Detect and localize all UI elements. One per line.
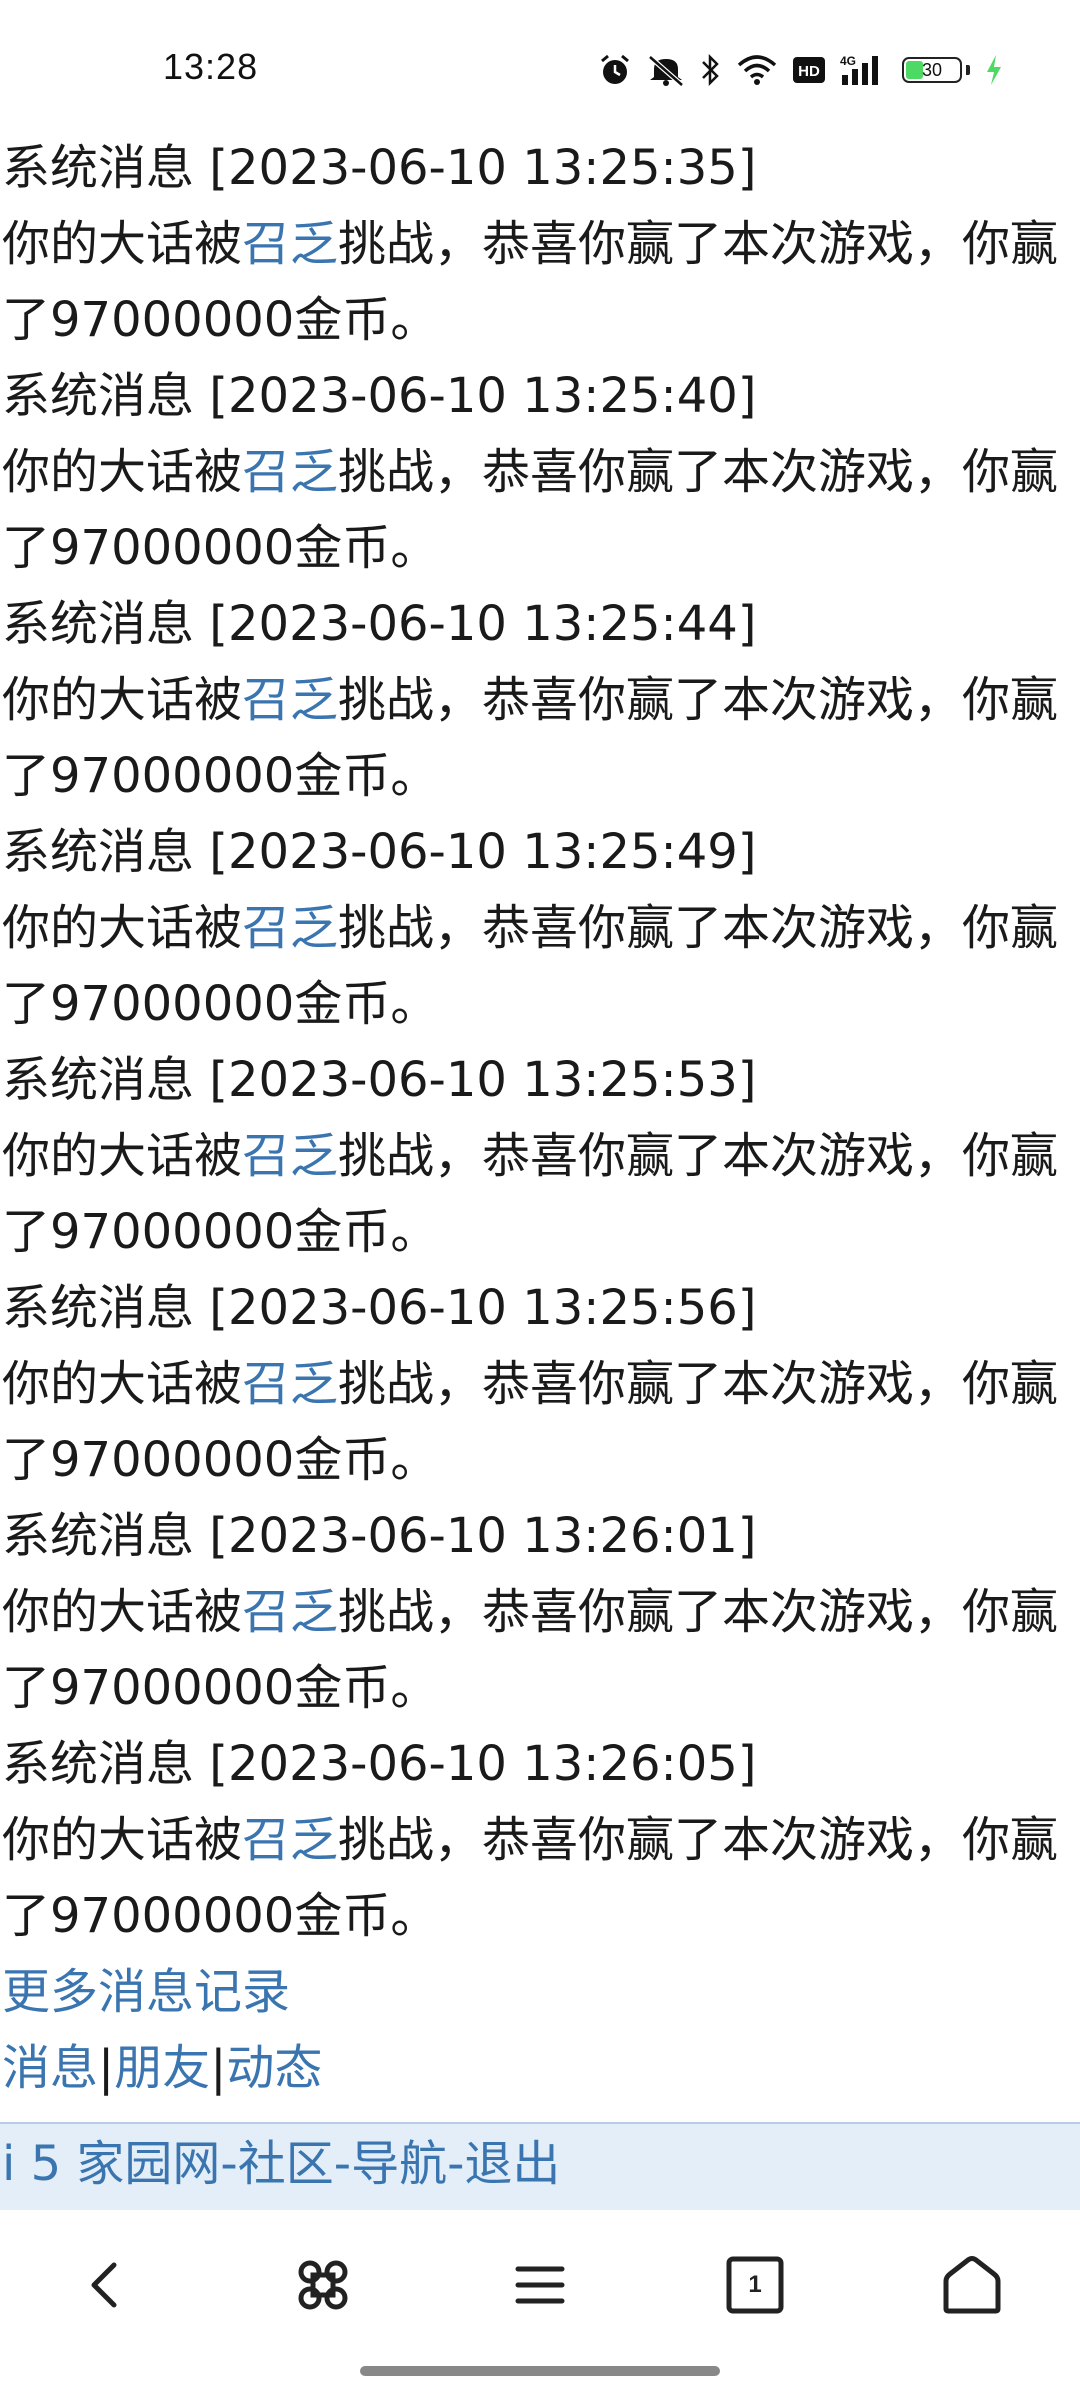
user-link[interactable]: 召乏 [242,1356,338,1412]
message-item: 系统消息 [2023-06-10 13:25:35] 你的大话被召乏挑战，恭喜你… [0,130,1080,358]
menu-button[interactable] [500,2245,580,2325]
tab-count: 1 [748,2271,762,2298]
tab-friends[interactable]: 朋友 [114,2040,210,2096]
message-body: 你的大话被召乏挑战，恭喜你赢了本次游戏，你赢了97000000金币。 [0,1802,1080,1954]
message-body: 你的大话被召乏挑战，恭喜你赢了本次游戏，你赢了97000000金币。 [0,1346,1080,1498]
battery-level: 30 [921,60,943,80]
message-text-pre: 你的大话被 [2,216,243,272]
message-header: 系统消息 [2023-06-10 13:25:40] [2,368,757,424]
site-footer: i 5 家园网-社区-导航-退出 [0,2122,1080,2210]
message-header: 系统消息 [2023-06-10 13:25:56] [2,1280,757,1336]
logout-link[interactable]: 退出 [464,2136,560,2192]
charging-icon [987,55,1001,85]
user-link[interactable]: 召乏 [242,444,338,500]
footer-separator: - [447,2136,465,2192]
message-item: 系统消息 [2023-06-10 13:25:40] 你的大话被召乏挑战，恭喜你… [0,358,1080,586]
message-header: 系统消息 [2023-06-10 13:25:35] [2,140,757,196]
command-button[interactable] [283,2245,363,2325]
navigation-link[interactable]: 导航 [351,2136,447,2192]
menu-icon [515,2266,565,2304]
status-bar: 13:28 HD 4G 30 [0,0,1080,110]
home-button[interactable] [932,2245,1012,2325]
user-link[interactable]: 召乏 [242,1584,338,1640]
wifi-icon [737,55,777,85]
user-link[interactable]: 召乏 [242,900,338,956]
tab-separator: | [98,2040,115,2096]
user-link[interactable]: 召乏 [242,1812,338,1868]
message-text-pre: 你的大话被 [2,1812,243,1868]
message-item: 系统消息 [2023-06-10 13:25:53] 你的大话被召乏挑战，恭喜你… [0,1042,1080,1270]
message-body: 你的大话被召乏挑战，恭喜你赢了本次游戏，你赢了97000000金币。 [0,662,1080,814]
message-item: 系统消息 [2023-06-10 13:25:56] 你的大话被召乏挑战，恭喜你… [0,1270,1080,1498]
footer-separator: - [220,2136,238,2192]
message-item: 系统消息 [2023-06-10 13:25:44] 你的大话被召乏挑战，恭喜你… [0,586,1080,814]
message-text-pre: 你的大话被 [2,1356,243,1412]
message-item: 系统消息 [2023-06-10 13:26:01] 你的大话被召乏挑战，恭喜你… [0,1498,1080,1726]
message-body: 你的大话被召乏挑战，恭喜你赢了本次游戏，你赢了97000000金币。 [0,890,1080,1042]
hd-badge-text: HD [798,63,820,80]
footer-nav: i 5 家园网-社区-导航-退出 [0,2124,1080,2204]
message-header: 系统消息 [2023-06-10 13:25:49] [2,824,757,880]
message-text-pre: 你的大话被 [2,900,243,956]
alarm-icon [601,54,629,84]
footer-separator: - [333,2136,352,2192]
back-button[interactable] [66,2245,146,2325]
browser-toolbar: 1 [0,2210,1080,2350]
message-body: 你的大话被召乏挑战，恭喜你赢了本次游戏，你赢了97000000金币。 [0,434,1080,586]
home-indicator[interactable] [360,2366,720,2376]
message-header: 系统消息 [2023-06-10 13:26:01] [2,1508,757,1564]
message-header: 系统消息 [2023-06-10 13:25:44] [2,596,757,652]
message-body: 你的大话被召乏挑战，恭喜你赢了本次游戏，你赢了97000000金币。 [0,1574,1080,1726]
message-item: 系统消息 [2023-06-10 13:26:05] 你的大话被召乏挑战，恭喜你… [0,1726,1080,1954]
network-type: 4G [840,54,856,68]
community-link[interactable]: 社区 [238,2136,334,2192]
message-header: 系统消息 [2023-06-10 13:26:05] [2,1736,757,1792]
tabs-button[interactable]: 1 [715,2245,795,2325]
tab-row: 消息|朋友|动态 [0,2030,1080,2106]
user-link[interactable]: 召乏 [242,216,338,272]
bluetooth-icon [702,53,719,87]
message-text-pre: 你的大话被 [2,672,243,728]
message-list: 系统消息 [2023-06-10 13:25:35] 你的大话被召乏挑战，恭喜你… [0,130,1080,2106]
site-home-link[interactable]: i 5 家园网 [2,2136,220,2192]
message-text-pre: 你的大话被 [2,444,243,500]
command-icon [298,2260,348,2310]
message-header: 系统消息 [2023-06-10 13:25:53] [2,1052,757,1108]
message-body: 你的大话被召乏挑战，恭喜你赢了本次游戏，你赢了97000000金币。 [0,1118,1080,1270]
message-item: 系统消息 [2023-06-10 13:25:49] 你的大话被召乏挑战，恭喜你… [0,814,1080,1042]
more-messages-link[interactable]: 更多消息记录 [2,1964,290,2020]
user-link[interactable]: 召乏 [242,672,338,728]
tab-messages[interactable]: 消息 [2,2040,98,2096]
home-icon [943,2256,1001,2314]
message-text-pre: 你的大话被 [2,1584,243,1640]
battery-icon: 30 [902,57,970,83]
user-link[interactable]: 召乏 [242,1128,338,1184]
message-body: 你的大话被召乏挑战，恭喜你赢了本次游戏，你赢了97000000金币。 [0,206,1080,358]
status-time: 13:28 [163,46,259,87]
mute-icon [648,55,684,87]
hd-icon: HD [793,57,825,83]
signal-icon: 4G [840,54,878,85]
message-text-pre: 你的大话被 [2,1128,243,1184]
tab-activity[interactable]: 动态 [226,2040,322,2096]
back-icon [91,2262,117,2308]
tab-separator: | [210,2040,227,2096]
more-messages-row: 更多消息记录 [0,1954,1080,2030]
status-icons: HD 4G 30 [598,46,1004,94]
